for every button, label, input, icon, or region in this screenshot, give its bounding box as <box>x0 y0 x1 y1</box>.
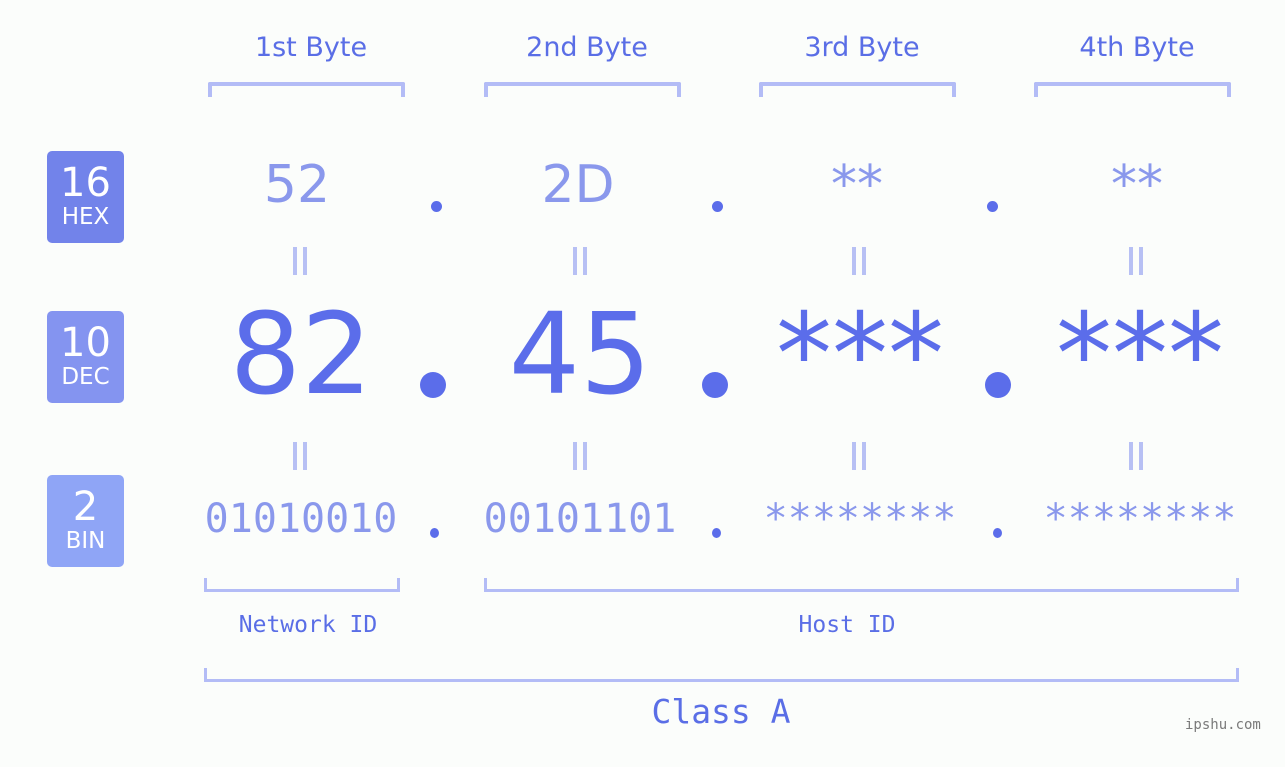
equals-sign <box>1127 442 1147 470</box>
dec-label: DEC <box>61 364 110 390</box>
dec-base: 10 <box>60 320 111 366</box>
equals-sign <box>291 442 311 470</box>
bin-label: BIN <box>65 528 106 554</box>
byte-bracket-3 <box>759 82 956 97</box>
bin-badge: 2 BIN <box>47 475 124 567</box>
dec-badge: 10 DEC <box>47 311 124 403</box>
class-bracket <box>204 668 1239 682</box>
bin-byte-1: 01010010 <box>204 496 398 542</box>
byte-bracket-1 <box>208 82 405 97</box>
network-id-bracket <box>204 578 400 592</box>
hex-label: HEX <box>61 204 110 230</box>
byte-header-1: 1st Byte <box>254 32 368 63</box>
hex-separator-dot <box>712 201 723 212</box>
bin-separator-dot <box>993 528 1002 538</box>
equals-sign <box>571 442 591 470</box>
hex-badge: 16 HEX <box>47 151 124 243</box>
dec-byte-1: 82 <box>229 290 373 420</box>
equals-sign <box>291 247 311 275</box>
dec-byte-2: 45 <box>508 290 652 420</box>
dec-byte-3: *** <box>776 290 944 420</box>
equals-sign <box>571 247 591 275</box>
dec-separator-dot <box>420 372 446 398</box>
bin-byte-3: ******** <box>763 496 957 542</box>
hex-byte-2: 2D <box>541 155 615 215</box>
watermark: ipshu.com <box>1185 717 1261 733</box>
hex-separator-dot <box>987 201 998 212</box>
hex-base: 16 <box>60 160 111 206</box>
class-label: Class A <box>651 692 791 731</box>
hex-byte-1: 52 <box>263 155 331 215</box>
bin-byte-2: 00101101 <box>483 496 677 542</box>
network-id-label: Network ID <box>238 612 378 638</box>
host-id-bracket <box>484 578 1239 592</box>
equals-sign <box>850 442 870 470</box>
dec-byte-4: *** <box>1056 290 1224 420</box>
dec-separator-dot <box>702 372 728 398</box>
bin-base: 2 <box>72 484 99 530</box>
bin-separator-dot <box>712 528 721 538</box>
dec-separator-dot <box>985 372 1011 398</box>
hex-separator-dot <box>431 201 442 212</box>
byte-bracket-4 <box>1034 82 1231 97</box>
byte-header-4: 4th Byte <box>1079 32 1195 63</box>
bin-byte-4: ******** <box>1043 496 1237 542</box>
bin-separator-dot <box>430 528 439 538</box>
byte-header-3: 3rd Byte <box>804 32 920 63</box>
equals-sign <box>1127 247 1147 275</box>
byte-bracket-2 <box>484 82 681 97</box>
host-id-label: Host ID <box>798 612 896 638</box>
byte-header-2: 2nd Byte <box>526 32 648 63</box>
hex-byte-3: ** <box>831 155 883 215</box>
equals-sign <box>850 247 870 275</box>
hex-byte-4: ** <box>1111 155 1163 215</box>
